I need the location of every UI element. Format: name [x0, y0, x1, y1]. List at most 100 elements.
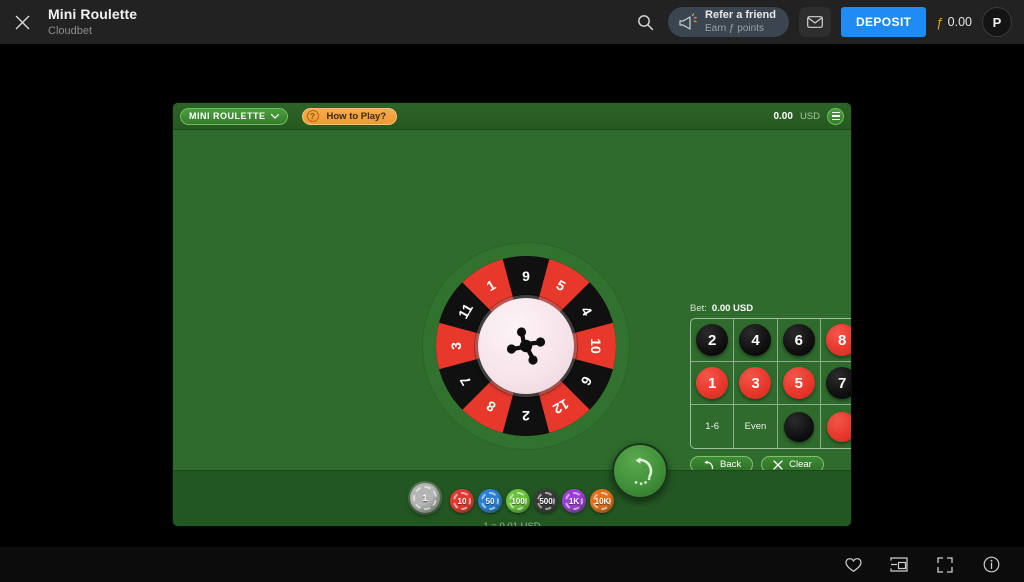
bet-cell-even[interactable]: Even	[734, 405, 778, 448]
search-button[interactable]	[632, 9, 658, 35]
chip-rate-label: 1 = 0.01 USD	[483, 521, 540, 526]
number-chip: 6	[782, 324, 815, 356]
menu-line	[831, 112, 840, 114]
bet-amount: 0.00 USD	[711, 303, 754, 314]
refer-a-friend-button[interactable]: Refer a friend Earn ƒ points	[668, 7, 789, 37]
chip-100[interactable]: 100	[506, 489, 530, 513]
menu-line	[831, 115, 840, 117]
game-balance-amount: 0.00	[773, 110, 793, 122]
chip-1K[interactable]: 1K	[562, 489, 586, 513]
game-toolbar: MINI ROULETTE ? How to Play? 0.00 USD	[173, 103, 851, 130]
balance-amount: 0.00	[947, 15, 972, 29]
number-chip: 2	[696, 324, 729, 356]
chevron-down-icon	[270, 113, 279, 119]
deposit-button[interactable]: DEPOSIT	[840, 7, 927, 37]
game-balance-area: 0.00 USD	[773, 107, 844, 125]
chip-50[interactable]: 50	[478, 489, 502, 513]
header-actions: Refer a friend Earn ƒ points DEPOSIT ƒ 0…	[632, 7, 1024, 37]
close-x-icon	[773, 459, 783, 470]
wheel-number-9: 9	[522, 268, 530, 284]
undo-arrow-icon	[704, 460, 714, 469]
number-chip: 8	[826, 324, 851, 356]
spin-button[interactable]	[612, 443, 668, 499]
avatar[interactable]: P	[982, 7, 1012, 37]
fullscreen-button[interactable]	[932, 552, 958, 578]
bottom-toolbar	[0, 547, 1024, 582]
bet-cell-number-4[interactable]: 4	[734, 319, 778, 362]
bet-panel: Bet: 0.00 USD Paytable 2468101213579111-…	[690, 299, 851, 473]
bet-cell-number-7[interactable]: 7	[820, 362, 851, 405]
refer-title: Refer a friend	[705, 8, 776, 21]
mini-roulette-game: MINI ROULETTE ? How to Play? 0.00 USD 9 …	[173, 103, 851, 526]
game-stage: MINI ROULETTE ? How to Play? 0.00 USD 9 …	[0, 44, 1024, 547]
info-button[interactable]	[978, 552, 1004, 578]
chip-500[interactable]: 500	[534, 489, 558, 513]
fullscreen-icon	[937, 556, 953, 573]
chip-label: 1	[422, 493, 428, 503]
number-chip: 7	[826, 367, 851, 399]
picture-in-picture-icon	[890, 557, 908, 572]
wheel-number-10: 10	[588, 338, 604, 354]
number-chip: 1	[696, 367, 729, 399]
currency-symbol: ƒ	[936, 14, 944, 30]
wheel-hub	[478, 298, 574, 394]
menu-line	[831, 118, 840, 120]
how-to-play-label: How to Play?	[326, 110, 387, 122]
game-menu-button[interactable]	[827, 107, 844, 125]
close-button[interactable]	[0, 0, 44, 44]
bet-cell-number-6[interactable]: 6	[777, 319, 821, 362]
number-chip: 3	[739, 367, 772, 399]
app-header: Mini Roulette Cloudbet Refer a friend Ea…	[0, 0, 1024, 44]
chip-10[interactable]: 10	[450, 489, 474, 513]
bet-cell-number-3[interactable]: 3	[734, 362, 778, 405]
bet-cell-label: 1-6	[705, 421, 720, 432]
messages-button[interactable]	[798, 7, 831, 37]
spin-refresh-icon	[634, 457, 653, 486]
red-color-chip	[827, 411, 851, 442]
bet-grid: 2468101213579111-6EvenOdd7-12	[690, 318, 851, 449]
back-label: Back	[720, 459, 742, 470]
bet-cell-1-6[interactable]: 1-6	[691, 405, 735, 448]
page-title: Mini Roulette	[48, 6, 138, 22]
chip-bar: 1 10 50 100 500 1K 10K 1 = 0.01 USD	[173, 443, 851, 526]
question-icon: ?	[306, 110, 319, 122]
balance-display[interactable]: ƒ 0.00	[936, 15, 972, 30]
chip-selector: 1 10 50 100 500 1K 10K	[410, 483, 614, 513]
chip-1[interactable]: 1	[410, 483, 440, 513]
bet-cell-number-1[interactable]: 1	[691, 362, 735, 405]
bet-cell-label: Even	[744, 421, 767, 432]
search-icon	[637, 14, 653, 30]
bet-cell-number-2[interactable]: 2	[691, 319, 735, 362]
how-to-play-button[interactable]: ? How to Play?	[301, 107, 398, 125]
wheel-number-3: 3	[448, 342, 464, 350]
bet-cell-color-black[interactable]	[778, 405, 821, 448]
refer-subtitle: Earn ƒ points	[705, 22, 764, 34]
game-balance-currency: USD	[799, 110, 820, 122]
picture-in-picture-button[interactable]	[886, 552, 912, 578]
chip-label: 10K	[594, 496, 610, 506]
bet-cell-number-5[interactable]: 5	[777, 362, 821, 405]
info-icon	[983, 556, 999, 573]
bet-cell-color-red[interactable]	[821, 405, 851, 448]
number-chip: 4	[739, 324, 772, 356]
game-title-block: Mini Roulette Cloudbet	[48, 6, 137, 38]
megaphone-icon	[679, 13, 697, 30]
favorite-button[interactable]	[840, 552, 866, 578]
bet-label: Bet:	[690, 303, 707, 314]
heart-icon	[844, 557, 862, 572]
chip-label: 50	[485, 496, 495, 506]
chip-label: 1K	[568, 496, 580, 506]
chip-10K[interactable]: 10K	[590, 489, 614, 513]
chip-label: 500	[539, 496, 553, 506]
chip-label: 10	[457, 496, 467, 506]
black-color-chip	[783, 411, 814, 442]
number-chip: 5	[782, 367, 815, 399]
bet-cell-number-8[interactable]: 8	[820, 319, 851, 362]
game-selector-button[interactable]: MINI ROULETTE	[180, 107, 288, 125]
wheel-number-2: 2	[522, 408, 530, 424]
chip-label: 100	[511, 496, 525, 506]
cloudbet-molecule-logo	[506, 327, 546, 365]
roulette-wheel[interactable]: 9 5 4 10 6 12 2 8 7 3 11 1	[422, 242, 630, 450]
clear-label: Clear	[789, 459, 812, 470]
provider-name: Cloudbet	[48, 25, 93, 37]
